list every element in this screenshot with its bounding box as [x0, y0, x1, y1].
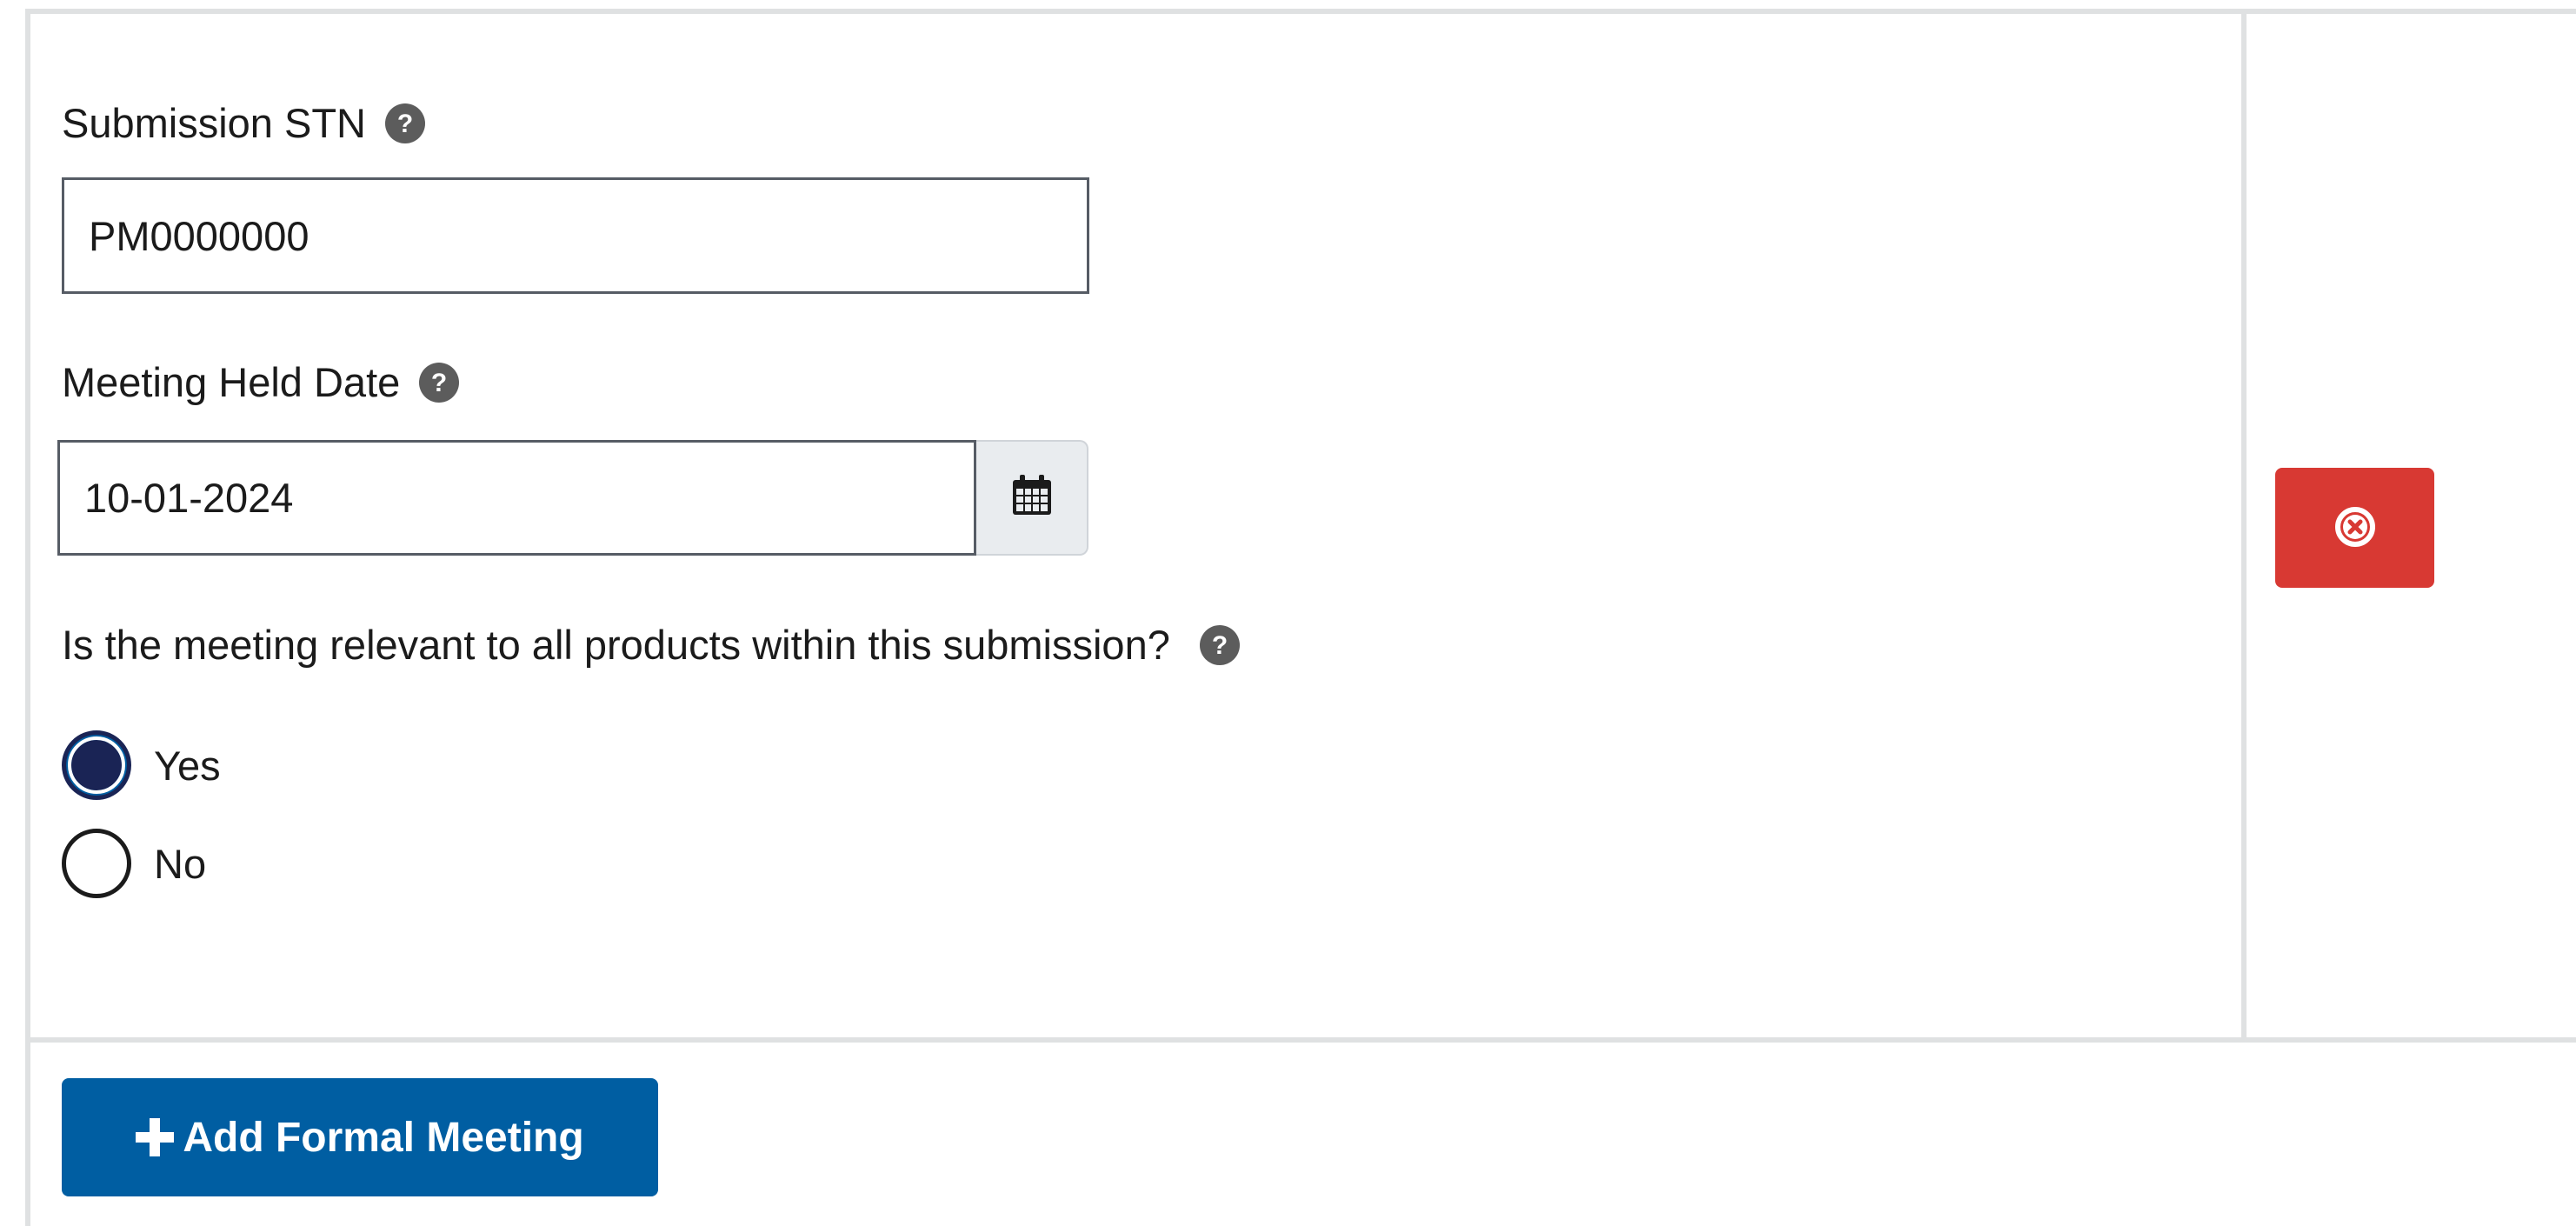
meeting-date-label: Meeting Held Date [62, 359, 401, 405]
radio-yes-circle[interactable] [62, 730, 131, 800]
relevance-question: Is the meeting relevant to all products … [62, 622, 1170, 668]
stn-label-group: Submission STN ? [62, 97, 426, 150]
stn-label: Submission STN [62, 100, 366, 146]
calendar-button[interactable] [976, 440, 1088, 556]
svg-text:?: ? [431, 369, 447, 397]
times-circle-icon [2334, 506, 2376, 550]
calendar-icon [1009, 473, 1055, 523]
add-formal-meeting-label: Add Formal Meeting [183, 1114, 584, 1161]
row-divider [25, 1037, 2576, 1043]
radio-yes-label: Yes [154, 742, 221, 789]
plus-icon [136, 1118, 175, 1156]
radio-no-label: No [154, 840, 207, 887]
stn-input[interactable] [62, 177, 1089, 294]
meeting-date-label-group: Meeting Held Date ? [62, 356, 460, 409]
radio-no-circle[interactable] [62, 829, 131, 898]
question-circle-icon[interactable]: ? [384, 103, 426, 144]
radio-yes[interactable]: Yes [62, 730, 221, 800]
svg-text:?: ? [1212, 631, 1228, 660]
svg-text:?: ? [397, 110, 413, 138]
remove-meeting-button[interactable] [2275, 468, 2434, 588]
radio-no[interactable]: No [62, 829, 206, 898]
relevance-question-group: Is the meeting relevant to all products … [62, 619, 1241, 671]
question-circle-icon[interactable]: ? [1199, 624, 1241, 666]
meeting-date-input[interactable] [57, 440, 976, 556]
column-divider [2241, 9, 2247, 1043]
add-formal-meeting-button[interactable]: Add Formal Meeting [62, 1078, 658, 1196]
question-circle-icon[interactable]: ? [418, 362, 460, 403]
